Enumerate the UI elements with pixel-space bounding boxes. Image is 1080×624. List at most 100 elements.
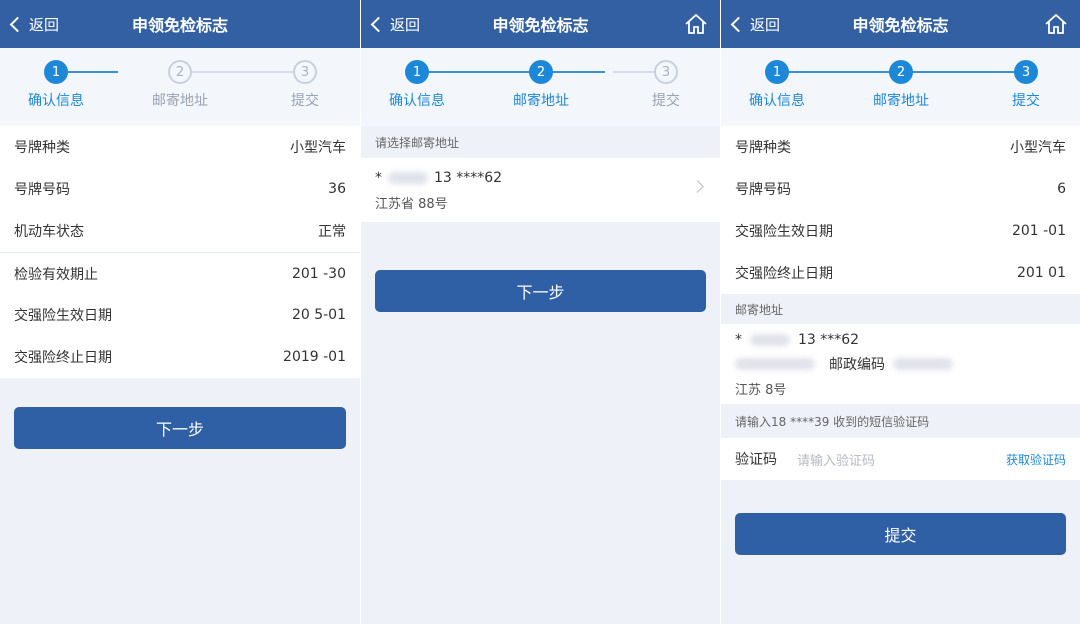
row-label: 交强险生效日期 bbox=[735, 224, 833, 240]
back-button[interactable]: 返回 bbox=[8, 0, 59, 48]
step-number: 3 bbox=[1014, 60, 1038, 84]
info-row: 号牌号码 6 bbox=[721, 168, 1080, 210]
back-label: 返回 bbox=[390, 15, 421, 34]
step-3: 3 提交 bbox=[976, 60, 1076, 110]
step-indicator: 1 确认信息 2 邮寄地址 3 提交 bbox=[721, 48, 1080, 126]
step-number: 2 bbox=[529, 60, 553, 84]
contact-prefix: * bbox=[375, 170, 382, 186]
step-label: 邮寄地址 bbox=[873, 93, 929, 109]
info-row: 机动车状态 正常 bbox=[0, 210, 360, 252]
row-label: 交强险生效日期 bbox=[14, 308, 112, 324]
info-row: 号牌种类 小型汽车 bbox=[721, 126, 1080, 168]
chevron-left-icon bbox=[370, 16, 387, 32]
info-row: 交强险生效日期 20 5-01 bbox=[0, 294, 360, 336]
chevron-left-icon bbox=[730, 16, 747, 32]
row-label: 机动车状态 bbox=[14, 224, 84, 240]
step-2: 2 邮寄地址 bbox=[851, 60, 951, 110]
nav-bar: 返回 申领免检标志 bbox=[721, 0, 1080, 48]
step-number: 1 bbox=[405, 60, 429, 84]
info-list: 号牌种类 小型汽车 号牌号码 36 机动车状态 正常 检验有效期止 201 -3… bbox=[0, 126, 360, 378]
info-row: 交强险终止日期 201 01 bbox=[721, 252, 1080, 294]
step-3: 3 提交 bbox=[616, 60, 716, 110]
submit-button[interactable]: 提交 bbox=[735, 513, 1066, 555]
address-contact: * 13 ****62 bbox=[375, 166, 706, 190]
step-1: 1 确认信息 bbox=[6, 60, 106, 110]
row-value: 20 5-01 bbox=[291, 307, 346, 323]
step-label: 确认信息 bbox=[749, 93, 805, 109]
row-label: 号牌种类 bbox=[735, 140, 791, 156]
step-number: 3 bbox=[654, 60, 678, 84]
row-value: 小型汽车 bbox=[290, 140, 346, 156]
next-button[interactable]: 下一步 bbox=[375, 270, 706, 312]
step-indicator: 1 确认信息 2 邮寄地址 3 提交 bbox=[0, 48, 360, 126]
step-2: 2 邮寄地址 bbox=[491, 60, 591, 110]
step-number: 1 bbox=[44, 60, 68, 84]
step-label: 提交 bbox=[291, 93, 319, 109]
row-value: 2019 -01 bbox=[283, 349, 346, 365]
step-number: 2 bbox=[889, 60, 913, 84]
screen-confirm-info: 返回 申领免检标志 1 确认信息 2 邮寄地址 3 提交 号牌种类 小型汽车 号… bbox=[0, 0, 360, 624]
home-icon[interactable] bbox=[684, 12, 708, 36]
row-label: 交强险终止日期 bbox=[14, 350, 112, 366]
row-value: 正常 bbox=[318, 224, 346, 240]
info-row: 交强险终止日期 2019 -01 bbox=[0, 336, 360, 378]
step-label: 确认信息 bbox=[28, 93, 84, 109]
step-number: 2 bbox=[168, 60, 192, 84]
row-label: 交强险终止日期 bbox=[735, 266, 833, 282]
info-row: 交强险生效日期 201 -01 bbox=[721, 210, 1080, 252]
address-postcode: 邮政编码 bbox=[735, 352, 1066, 376]
step-number: 3 bbox=[293, 60, 317, 84]
row-label: 号牌种类 bbox=[14, 140, 70, 156]
address-card[interactable]: * 13 ****62 江苏省 88号 bbox=[361, 158, 720, 222]
contact-phone: 13 ***62 bbox=[798, 332, 860, 348]
get-code-link[interactable]: 获取验证码 bbox=[1006, 451, 1066, 468]
row-label: 检验有效期止 bbox=[14, 266, 98, 283]
step-label: 确认信息 bbox=[389, 93, 445, 109]
row-value: 小型汽车 bbox=[1010, 140, 1066, 156]
screen-mail-address: 返回 申领免检标志 1 确认信息 2 邮寄地址 3 提交 请选择邮寄地址 * 1… bbox=[360, 0, 720, 624]
back-button[interactable]: 返回 bbox=[729, 0, 780, 48]
sms-hint: 请输入18 ****39 收到的短信验证码 bbox=[721, 404, 1080, 438]
chevron-left-icon bbox=[9, 16, 26, 32]
nav-bar: 返回 申领免检标志 bbox=[0, 0, 360, 48]
row-value: 201 01 bbox=[1017, 265, 1066, 281]
redacted-postcode bbox=[893, 358, 953, 370]
contact-phone: 13 ****62 bbox=[434, 170, 503, 186]
postcode-label: 邮政编码 bbox=[829, 357, 885, 373]
step-label: 邮寄地址 bbox=[513, 93, 569, 109]
next-button[interactable]: 下一步 bbox=[14, 407, 346, 449]
contact-prefix: * bbox=[735, 332, 742, 348]
address-contact: * 13 ***62 bbox=[735, 328, 1066, 352]
info-row: 号牌号码 36 bbox=[0, 168, 360, 210]
step-label: 提交 bbox=[652, 93, 680, 109]
home-icon[interactable] bbox=[1044, 12, 1068, 36]
step-1: 1 确认信息 bbox=[727, 60, 827, 110]
info-row: 号牌种类 小型汽车 bbox=[0, 126, 360, 168]
address-line: 江苏 8号 bbox=[735, 382, 787, 398]
code-input[interactable]: 请输入验证码 bbox=[797, 450, 1006, 469]
mail-section-header: 邮寄地址 bbox=[721, 294, 1080, 324]
code-label: 验证码 bbox=[735, 452, 777, 468]
row-value: 36 bbox=[328, 181, 346, 197]
step-2: 2 邮寄地址 bbox=[130, 60, 230, 110]
redacted-text bbox=[735, 358, 815, 370]
back-label: 返回 bbox=[750, 15, 781, 34]
address-card: * 13 ***62 邮政编码 江苏 8号 bbox=[721, 324, 1080, 404]
back-label: 返回 bbox=[29, 15, 60, 34]
back-button[interactable]: 返回 bbox=[369, 0, 420, 48]
address-line: 江苏省 88号 bbox=[375, 196, 448, 212]
step-3: 3 提交 bbox=[255, 60, 355, 110]
step-label: 提交 bbox=[1012, 93, 1040, 109]
redacted-name bbox=[388, 172, 428, 184]
info-list: 号牌种类 小型汽车 号牌号码 6 交强险生效日期 201 -01 交强险终止日期… bbox=[721, 126, 1080, 294]
row-value: 6 bbox=[1057, 181, 1066, 197]
step-1: 1 确认信息 bbox=[367, 60, 467, 110]
redacted-name bbox=[750, 334, 790, 346]
info-row: 检验有效期止 201 -30 bbox=[0, 252, 360, 294]
section-header: 请选择邮寄地址 bbox=[361, 126, 720, 158]
row-label: 号牌号码 bbox=[14, 182, 70, 198]
step-label: 邮寄地址 bbox=[152, 93, 208, 109]
screen-submit: 返回 申领免检标志 1 确认信息 2 邮寄地址 3 提交 号牌种类 小型汽车 号… bbox=[720, 0, 1080, 624]
row-value: 201 -30 bbox=[291, 265, 346, 282]
step-indicator: 1 确认信息 2 邮寄地址 3 提交 bbox=[361, 48, 720, 126]
